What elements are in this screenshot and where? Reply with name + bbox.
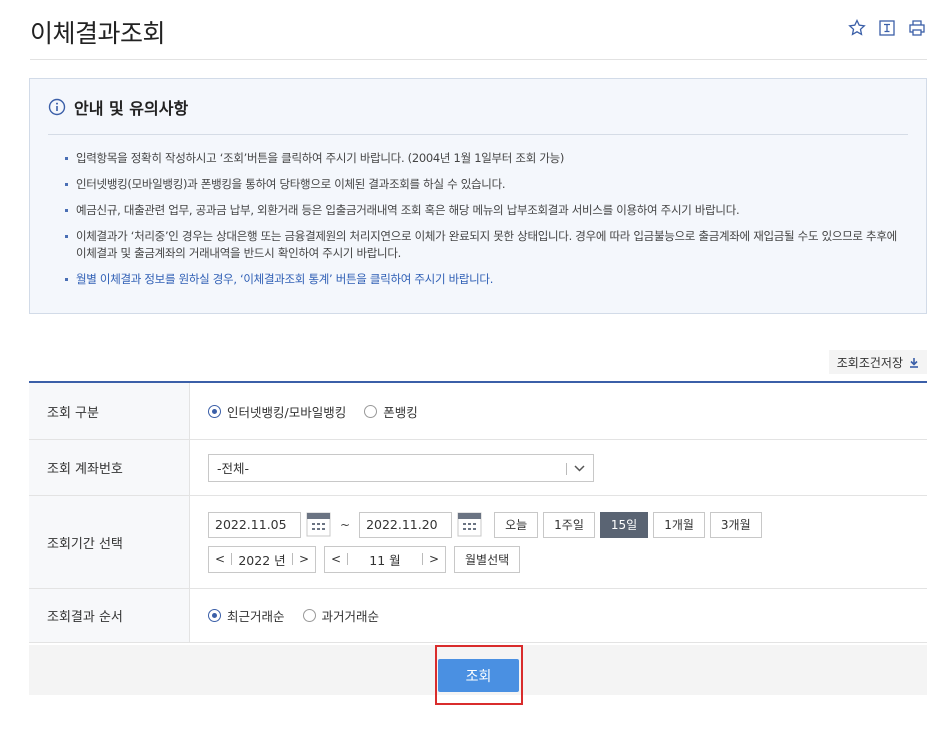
radio-label: 폰뱅킹 xyxy=(383,404,418,420)
radio-unchecked-icon xyxy=(302,609,316,622)
quick-15days-button[interactable]: 15일 xyxy=(599,511,649,538)
radio-checked-icon xyxy=(208,609,221,622)
print-icon[interactable] xyxy=(907,18,927,38)
account-select-value: -전체- xyxy=(217,461,250,476)
row-account: 조회 계좌번호 -전체- xyxy=(29,440,927,496)
inquiry-type-field: 인터넷뱅킹/모바일뱅킹 폰뱅킹 xyxy=(190,383,927,439)
notice-item: 이체결과가 ‘처리중’인 경우는 상대은행 또는 금융결제원의 처리지연으로 이… xyxy=(64,228,909,262)
radio-label: 과거거래순 xyxy=(321,609,380,624)
order-field: 최근거래순 과거거래순 xyxy=(190,589,927,642)
start-date-input[interactable]: 2022.11.05 xyxy=(208,511,301,538)
title-tools xyxy=(847,18,927,38)
quick-1month-button[interactable]: 1개월 xyxy=(653,511,705,538)
period-controls: 2022.11.05 ~ 2022.11.20 오늘 1주일 15일 1개월 3… xyxy=(208,511,767,573)
quick-today-button[interactable]: 오늘 xyxy=(494,511,539,538)
notice-item: 인터넷뱅킹(모바일뱅킹)과 폰뱅킹을 통하여 당타행으로 이체된 결과조회를 하… xyxy=(64,176,909,193)
inquiry-type-label: 조회 구분 xyxy=(29,383,190,439)
download-icon xyxy=(910,357,918,368)
month-value: 11 월 xyxy=(369,552,401,568)
calendar-icon[interactable] xyxy=(306,512,331,537)
star-icon[interactable] xyxy=(847,18,867,38)
month-stepper: < 11 월 > xyxy=(324,545,446,573)
year-stepper: < 2022 년 > xyxy=(208,545,316,573)
end-date-input[interactable]: 2022.11.20 xyxy=(359,511,453,538)
text-size-icon[interactable] xyxy=(877,18,897,38)
row-inquiry-type: 조회 구분 인터넷뱅킹/모바일뱅킹 폰뱅킹 xyxy=(29,383,927,440)
calendar-icon[interactable] xyxy=(457,512,482,537)
select-separator xyxy=(566,462,567,475)
radio-label: 인터넷뱅킹/모바일뱅킹 xyxy=(227,404,347,420)
quick-1week-button[interactable]: 1주일 xyxy=(543,511,595,538)
year-next-icon[interactable]: > xyxy=(293,547,315,572)
period-field: 2022.11.05 ~ 2022.11.20 오늘 1주일 15일 1개월 3… xyxy=(190,496,927,588)
date-range-tilde: ~ xyxy=(340,517,351,532)
search-button[interactable]: 조회 xyxy=(438,659,519,692)
month-select-button[interactable]: 월별선택 xyxy=(454,545,521,573)
chevron-down-icon xyxy=(573,462,586,475)
month-picker-line: < 2022 년 > < 11 월 > 월별선택 xyxy=(208,545,767,573)
radio-checked-icon xyxy=(208,404,221,418)
notice-item: 예금신규, 대출관련 업무, 공과금 납부, 외환거래 등은 입출금거래내역 조… xyxy=(64,202,909,219)
notice-divider xyxy=(48,134,908,135)
quick-3months-button[interactable]: 3개월 xyxy=(709,511,762,538)
radio-unchecked-icon xyxy=(364,404,378,418)
period-label: 조회기간 선택 xyxy=(29,496,190,588)
row-order: 조회결과 순서 최근거래순 과거거래순 xyxy=(29,589,927,643)
notice-item: 입력항목을 정확히 작성하시고 ‘조회’버튼을 클릭하여 주시기 바랍니다. (… xyxy=(64,150,909,167)
notice-box: 안내 및 유의사항 입력항목을 정확히 작성하시고 ‘조회’버튼을 클릭하여 주… xyxy=(29,78,927,314)
order-label: 조회결과 순서 xyxy=(29,589,190,642)
radio-internet-banking[interactable]: 인터넷뱅킹/모바일뱅킹 xyxy=(208,402,346,421)
radio-recent-first[interactable]: 최근거래순 xyxy=(208,606,285,625)
month-next-icon[interactable]: > xyxy=(423,547,445,572)
save-condition-label: 조회조건저장 xyxy=(836,355,903,370)
title-divider xyxy=(30,59,927,60)
notice-list: 입력항목을 정확히 작성하시고 ‘조회’버튼을 클릭하여 주시기 바랍니다. (… xyxy=(64,150,909,297)
page-title: 이체결과조회 xyxy=(30,19,166,48)
notice-item-statistics-link[interactable]: 월별 이체결과 정보를 원하실 경우, ‘이체결과조회 통계’ 버튼을 클릭하여… xyxy=(64,271,909,288)
radio-oldest-first[interactable]: 과거거래순 xyxy=(302,606,380,625)
row-period: 조회기간 선택 2022.11.05 ~ 2022.11.20 오늘 1주일 1… xyxy=(29,496,927,589)
radio-phone-banking[interactable]: 폰뱅킹 xyxy=(364,402,418,421)
account-field: -전체- xyxy=(190,440,927,495)
account-label: 조회 계좌번호 xyxy=(29,440,190,495)
month-prev-icon[interactable]: < xyxy=(325,547,347,572)
year-prev-icon[interactable]: < xyxy=(209,547,231,572)
notice-header: 안내 및 유의사항 xyxy=(48,95,188,119)
info-icon xyxy=(48,98,66,116)
date-range-line: 2022.11.05 ~ 2022.11.20 오늘 1주일 15일 1개월 3… xyxy=(208,511,767,538)
notice-title: 안내 및 유의사항 xyxy=(74,99,189,118)
account-select[interactable]: -전체- xyxy=(208,453,594,482)
search-form: 조회 구분 인터넷뱅킹/모바일뱅킹 폰뱅킹 조회 계좌번호 -전체- 조회기간 … xyxy=(29,381,927,643)
radio-label: 최근거래순 xyxy=(227,609,285,624)
save-condition-button[interactable]: 조회조건저장 xyxy=(828,350,927,374)
year-value: 2022 년 xyxy=(238,552,286,568)
